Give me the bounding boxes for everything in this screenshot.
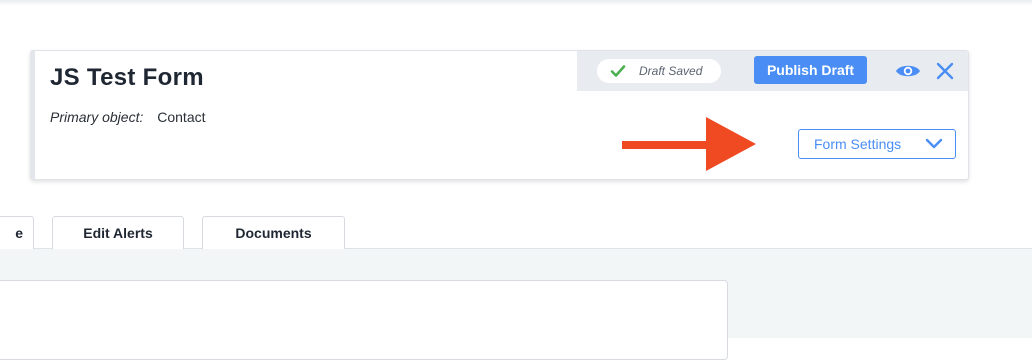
form-settings-label: Form Settings: [814, 136, 902, 152]
chevron-down-icon: [925, 138, 943, 149]
check-icon: [610, 65, 626, 77]
publish-draft-button[interactable]: Publish Draft: [754, 56, 867, 84]
status-bar: Draft Saved Publish Draft: [577, 51, 968, 91]
form-header-card: JS Test Form Primary object: Contact Dra…: [30, 50, 969, 180]
draft-status-badge: Draft Saved: [597, 59, 721, 83]
close-icon[interactable]: [936, 62, 954, 80]
primary-object-value: Contact: [157, 109, 206, 125]
tab-documents[interactable]: Documents: [202, 216, 345, 249]
primary-object-label: Primary object:: [50, 109, 144, 125]
tab-partial[interactable]: e: [0, 216, 34, 249]
primary-object-row: Primary object: Contact: [50, 109, 206, 125]
content-panel: [0, 280, 728, 360]
draft-status-text: Draft Saved: [639, 64, 703, 78]
form-settings-dropdown[interactable]: Form Settings: [798, 129, 956, 159]
tab-edit-alerts[interactable]: Edit Alerts: [52, 216, 184, 249]
top-shadow: [0, 0, 1032, 6]
eye-icon[interactable]: [895, 62, 921, 80]
annotation-arrow-icon: [622, 117, 756, 171]
form-title: JS Test Form: [50, 64, 204, 91]
